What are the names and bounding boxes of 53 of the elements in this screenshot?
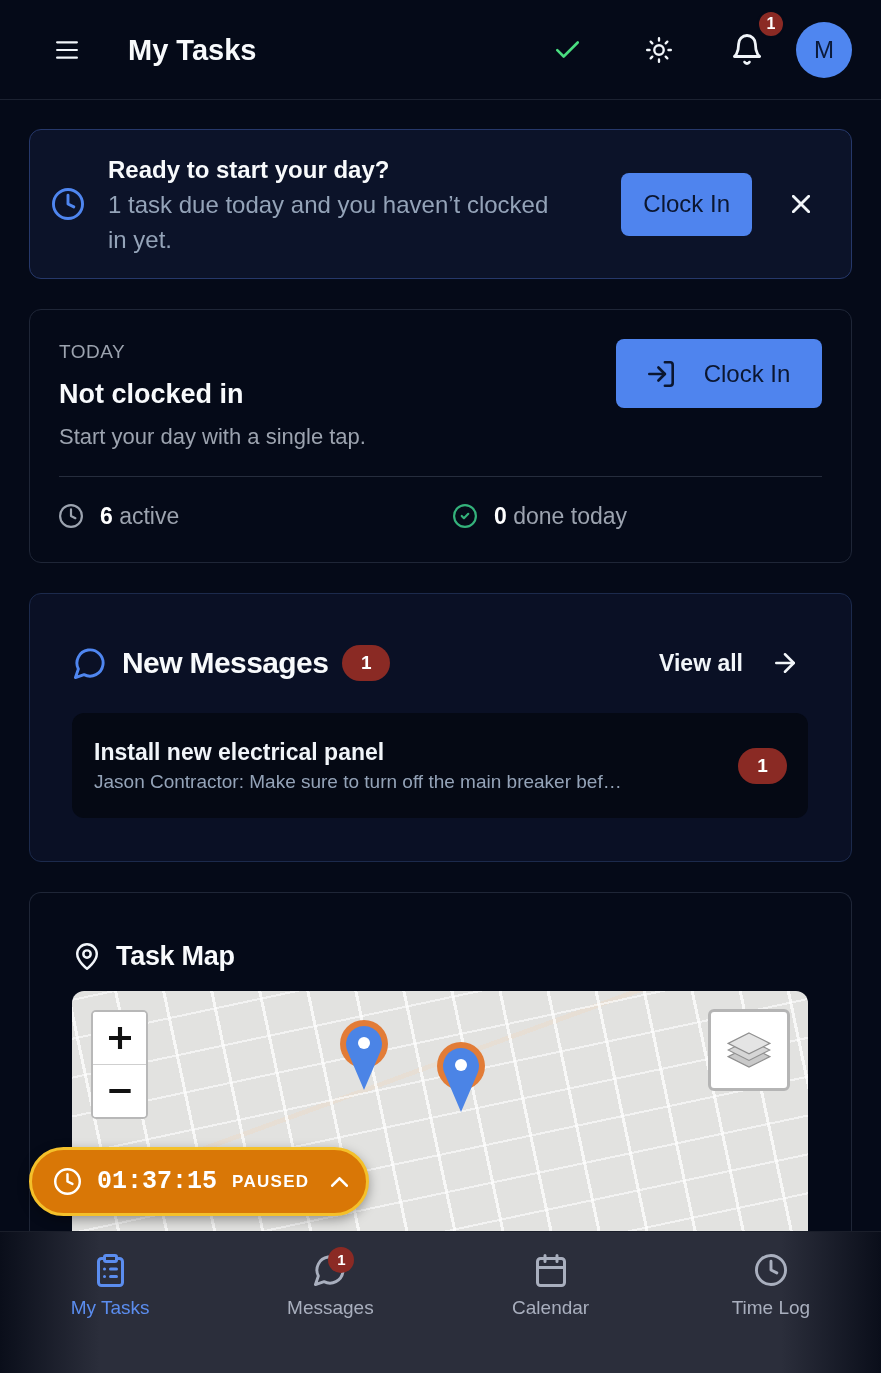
check-icon [555,41,579,58]
banner-text: 1 task due today and you haven’t clocked in yet. [108,189,550,255]
message-item[interactable]: Install new electrical panel Jason Contractor: Make sure to turn off the main breaker bef… 1 [72,713,808,818]
stat-text: 6 active [100,502,180,531]
banner-title: Ready to start your day? [108,154,391,185]
plus-icon [108,1027,131,1049]
calendar-icon [535,1253,566,1287]
section-title: New Messages [122,645,329,681]
map-marker-icon[interactable] [436,1041,486,1113]
section-label: TODAY [59,340,127,364]
nav-tab[interactable]: 1 Messages [220,1232,441,1373]
stat-text: 0 done today [494,502,627,531]
close-icon [792,195,810,213]
clock-status: Not clocked in [59,378,245,411]
notifications-button[interactable]: 1 [725,10,786,71]
page-title: My Tasks [128,32,257,68]
clock-in-button[interactable]: Clock In [621,172,752,236]
menu-icon [56,40,78,59]
layers-icon [727,1032,771,1068]
notification-badge: 1 [328,1247,355,1273]
nav-tab[interactable]: My Tasks [0,1232,221,1373]
notification-badge: 1 [757,10,785,38]
clock-hint: Start your day with a single tap. [59,423,367,451]
unread-badge: 1 [738,747,787,784]
map-pin-icon [76,942,98,970]
check-circle-icon [453,504,477,528]
avatar-button[interactable]: M [796,21,852,78]
view-all-link[interactable]: View all [647,641,795,685]
sign-in-icon [647,360,674,387]
clock-in-button[interactable]: Clock In [616,339,822,408]
zoom-in-button[interactable] [93,1012,146,1065]
clock-icon [54,1168,81,1195]
count-badge: 1 [342,645,391,681]
nav-tab[interactable]: Calendar [440,1232,661,1373]
chevron-up-icon [331,1176,349,1187]
nav-tab[interactable]: Time Log [660,1232,881,1373]
map-marker-icon[interactable] [339,1019,389,1091]
message-preview: Jason Contractor: Make sure to turn off the main breaker bef… [94,769,623,794]
timer-status: PAUSED [232,1171,310,1192]
chat-bubble-icon [74,647,106,679]
clock-icon [754,1254,787,1286]
clock-icon [52,188,84,220]
clipboard-icon [96,1253,124,1287]
bell-icon [733,33,761,65]
timer-display: 01:37:15 [97,1167,218,1196]
minus-icon [108,1089,131,1093]
arrow-right-icon [775,653,795,673]
message-title: Install new electrical panel [94,737,386,767]
layers-button[interactable] [708,1009,790,1091]
timer-toast[interactable]: 01:37:15 PAUSED [29,1147,369,1216]
section-title: Task Map [116,940,235,973]
sun-icon [646,36,672,63]
clock-icon [59,504,83,528]
